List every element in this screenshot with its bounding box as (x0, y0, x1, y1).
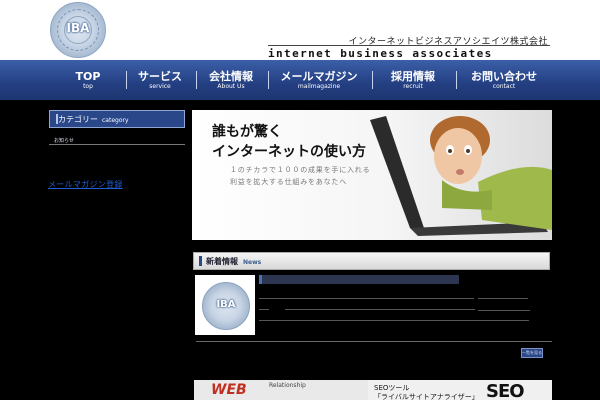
category-title: カテゴリー category (58, 114, 129, 125)
nav-separator (456, 71, 457, 89)
news-text-line (259, 320, 529, 321)
news-title-en: News (243, 259, 262, 266)
sidebar-link[interactable]: メールマガジン登録 (48, 179, 123, 190)
nav-separator (372, 71, 373, 89)
nav-sublabel: top (83, 83, 93, 90)
nav-item-service[interactable]: サービス service (128, 60, 192, 100)
news-accent-bar (199, 256, 202, 266)
nav-separator (196, 71, 197, 89)
hero-headline: 誰もが驚く (212, 124, 282, 140)
logo-text: IBA (66, 21, 90, 35)
nav-label: 会社情報 (209, 70, 253, 83)
nav-separator (268, 71, 269, 89)
news-text-line (285, 309, 475, 310)
news-title: 新着情報 News (206, 256, 261, 267)
hero-banner[interactable]: 誰もが驚く インターネットの使い方 １のチカラで１００の成果を手に入れる 利益を… (192, 110, 552, 240)
news-thumbnail[interactable]: IBA (195, 275, 255, 335)
hero-headline: インターネットの使い方 (212, 144, 366, 160)
news-logo: IBA (202, 282, 250, 330)
nav-sublabel: About Us (217, 83, 245, 90)
news-more-button[interactable]: 一覧を見る (521, 348, 543, 358)
banner-word-web: WEB (211, 382, 247, 398)
news-text-line (259, 309, 269, 310)
nav-label: TOP (75, 70, 101, 83)
nav-label: サービス (138, 70, 182, 83)
news-section-header: 新着情報 News (193, 252, 550, 270)
nav-sublabel: mailmagazine (297, 83, 341, 90)
nav-label: 採用情報 (391, 70, 435, 83)
news-text-line (478, 310, 530, 311)
nav-sublabel: contact (492, 83, 516, 90)
nav-item-contact[interactable]: お問い合わせ contact (458, 60, 550, 100)
nav-item-top[interactable]: TOP top (52, 60, 124, 100)
banner-word-relationship: Relationship (269, 382, 306, 389)
category-divider (49, 144, 185, 145)
global-nav: TOP top サービス service 会社情報 About Us メールマガ… (0, 60, 600, 100)
news-logo-text: IBA (216, 299, 236, 310)
nav-sublabel: recruit (403, 83, 423, 90)
nav-item-about[interactable]: 会社情報 About Us (198, 60, 264, 100)
nav-label: お問い合わせ (471, 70, 537, 83)
nav-item-recruit[interactable]: 採用情報 recruit (374, 60, 452, 100)
category-title-jp: カテゴリー (58, 115, 98, 124)
site-header: IBA インターネットビジネスアソシエイツ株式会社 Internet Busin… (0, 0, 600, 60)
nav-separator (126, 71, 127, 89)
company-logo[interactable]: IBA (50, 2, 106, 58)
news-text-line (478, 298, 528, 299)
nav-sublabel: service (149, 83, 171, 90)
category-header: カテゴリー category (49, 110, 185, 128)
hero-tagline: 利益を拡大する仕組みをあなたへ (230, 178, 347, 186)
nav-item-mailmagazine[interactable]: メールマガジン mailmagazine (270, 60, 368, 100)
news-title-jp: 新着情報 (206, 257, 238, 266)
banner-seo-logo: SEO (486, 381, 525, 400)
category-item[interactable]: お知らせ (54, 137, 74, 144)
company-name-en: Internet Business Associates (268, 45, 550, 61)
seo-tool-banner[interactable]: WEB Relationship SEOツール 「ライバルサイトアナライザー」 … (194, 380, 552, 400)
nav-label: メールマガジン (280, 70, 358, 83)
hero-tagline: １のチカラで１００の成果を手に入れる (230, 166, 371, 174)
category-title-en: category (102, 117, 129, 124)
news-text-line (259, 298, 474, 299)
news-item-title[interactable] (259, 275, 459, 284)
banner-subtitle: 「ライバルサイトアナライザー」 (374, 393, 479, 400)
news-item-accent (259, 275, 262, 284)
news-divider (196, 341, 552, 342)
